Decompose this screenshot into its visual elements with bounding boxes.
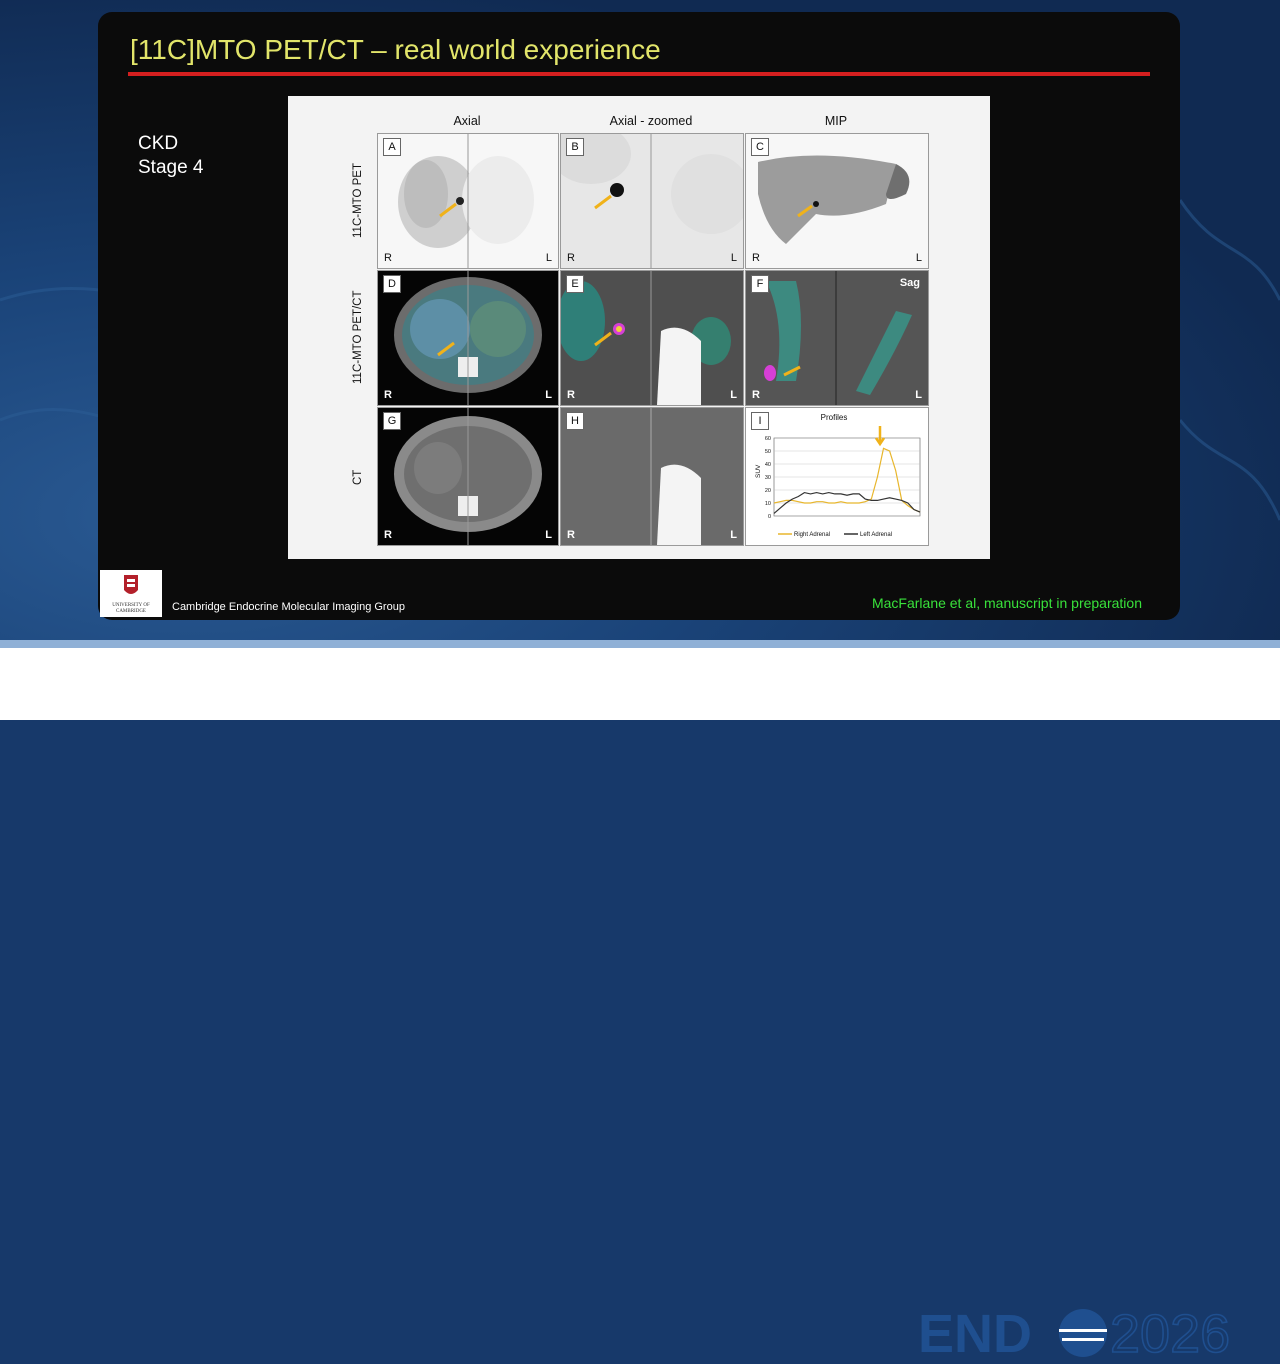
row-header-petct: 11C-MTO PET/CT — [352, 290, 364, 385]
panel-g: G R L — [377, 407, 559, 546]
panel-c: C R L — [745, 133, 929, 269]
panel-label: G — [383, 412, 401, 430]
orientation-right: R — [384, 389, 392, 401]
footer-group-name: Cambridge Endocrine Molecular Imaging Gr… — [172, 601, 405, 613]
chart-series-line-right-adrenal — [773, 447, 921, 513]
orientation-right: R — [752, 252, 760, 264]
university-logo: UNIVERSITY OF CAMBRIDGE — [100, 570, 162, 617]
panel-label: C — [751, 138, 769, 156]
panel-label: E — [566, 275, 584, 293]
orientation-right: R — [567, 389, 575, 401]
endo-logo-text: END — [918, 1304, 1032, 1364]
petct-sagittal-image — [764, 271, 912, 405]
panel-d: D R L — [377, 270, 559, 406]
panel-a: A R L — [377, 133, 559, 269]
side-note-line-1: CKD — [138, 133, 179, 154]
panel-h: H R L — [560, 407, 744, 546]
orientation-left: L — [730, 389, 737, 401]
panel-label: F — [751, 275, 769, 293]
orientation-left: L — [730, 529, 737, 541]
slide-panel: [11C]MTO PET/CT – real world experience … — [98, 12, 1180, 620]
orientation-right: R — [567, 529, 575, 541]
panel-e: E R L — [560, 270, 744, 406]
legend-left-adrenal: Left Adrenal — [860, 532, 892, 538]
panel-label: I — [751, 412, 769, 430]
chart-y-tick-label: 60 — [765, 436, 771, 442]
chart-y-tick-label: 30 — [765, 475, 771, 481]
orientation-left: L — [730, 252, 737, 264]
bottom-banner: END 2026 — [0, 648, 1280, 1364]
crest-icon: UNIVERSITY OF CAMBRIDGE — [112, 575, 150, 614]
orientation-right: R — [567, 252, 575, 264]
sagittal-label: Sag — [899, 277, 920, 289]
orientation-right: R — [384, 529, 392, 541]
orientation-right: R — [384, 252, 392, 264]
petct-zoomed-image — [561, 271, 731, 405]
pet-axial-image — [398, 134, 534, 268]
orientation-left: L — [545, 389, 552, 401]
panel-label: H — [566, 412, 584, 430]
column-header-mip: MIP — [824, 114, 848, 128]
svg-text:CAMBRIDGE: CAMBRIDGE — [116, 609, 146, 614]
chart-title: Profiles — [821, 413, 848, 422]
chart-y-tick-label: 10 — [765, 501, 771, 507]
footer-citation: MacFarlane et al, manuscript in preparat… — [871, 595, 1142, 611]
ct-zoomed-image — [650, 408, 701, 545]
profile-chart: Profiles SUV 0 10 20 30 40 50 60 Right Adrenal… — [755, 413, 921, 538]
row-header-ct: CT — [352, 469, 364, 485]
orientation-left: L — [915, 252, 922, 264]
orientation-left: L — [545, 529, 552, 541]
slide-title: [11C]MTO PET/CT – real world experience — [130, 34, 661, 65]
panel-f: F Sag R L — [745, 270, 929, 406]
side-note-line-2: Stage 4 — [138, 157, 204, 178]
column-header-axial-zoomed: Axial - zoomed — [609, 114, 693, 128]
pet-mip-image — [758, 155, 910, 244]
panel-label: B — [566, 138, 584, 156]
panel-b: B R L — [560, 133, 744, 269]
figure-image: Axial Axial - zoomed MIP 11C-MTO PET 11C… — [288, 96, 990, 559]
row-header-pet: 11C-MTO PET — [352, 163, 364, 238]
column-header-axial: Axial — [453, 114, 481, 128]
orientation-left: L — [915, 389, 922, 401]
chart-y-tick-label: 0 — [768, 514, 771, 520]
side-note: CKD Stage 4 — [138, 132, 204, 180]
petct-axial-image — [394, 271, 542, 405]
title-divider — [128, 72, 1150, 76]
endo-2026-logo: END 2026 — [918, 1303, 1231, 1364]
chart-y-tick-label: 50 — [765, 449, 771, 455]
globe-icon — [1059, 1309, 1107, 1357]
chart-y-tick-label: 20 — [765, 488, 771, 494]
pet-zoomed-image — [561, 134, 743, 268]
panel-label: D — [383, 275, 401, 293]
year-logo-text: 2026 — [1110, 1304, 1230, 1364]
legend-right-adrenal: Right Adrenal — [794, 532, 830, 538]
ct-axial-image — [394, 408, 542, 545]
panel-i: Profiles SUV 0 10 20 30 40 50 60 Right Adrenal… — [745, 407, 929, 546]
panel-label: A — [383, 138, 401, 156]
chart-y-tick-label: 40 — [765, 462, 771, 468]
orientation-right: R — [752, 389, 760, 401]
peak-arrow-icon — [874, 426, 886, 447]
svg-text:UNIVERSITY OF: UNIVERSITY OF — [112, 603, 150, 608]
chart-ylabel: SUV — [755, 464, 762, 478]
orientation-left: L — [545, 252, 552, 264]
bottom-stripe — [0, 640, 1280, 648]
